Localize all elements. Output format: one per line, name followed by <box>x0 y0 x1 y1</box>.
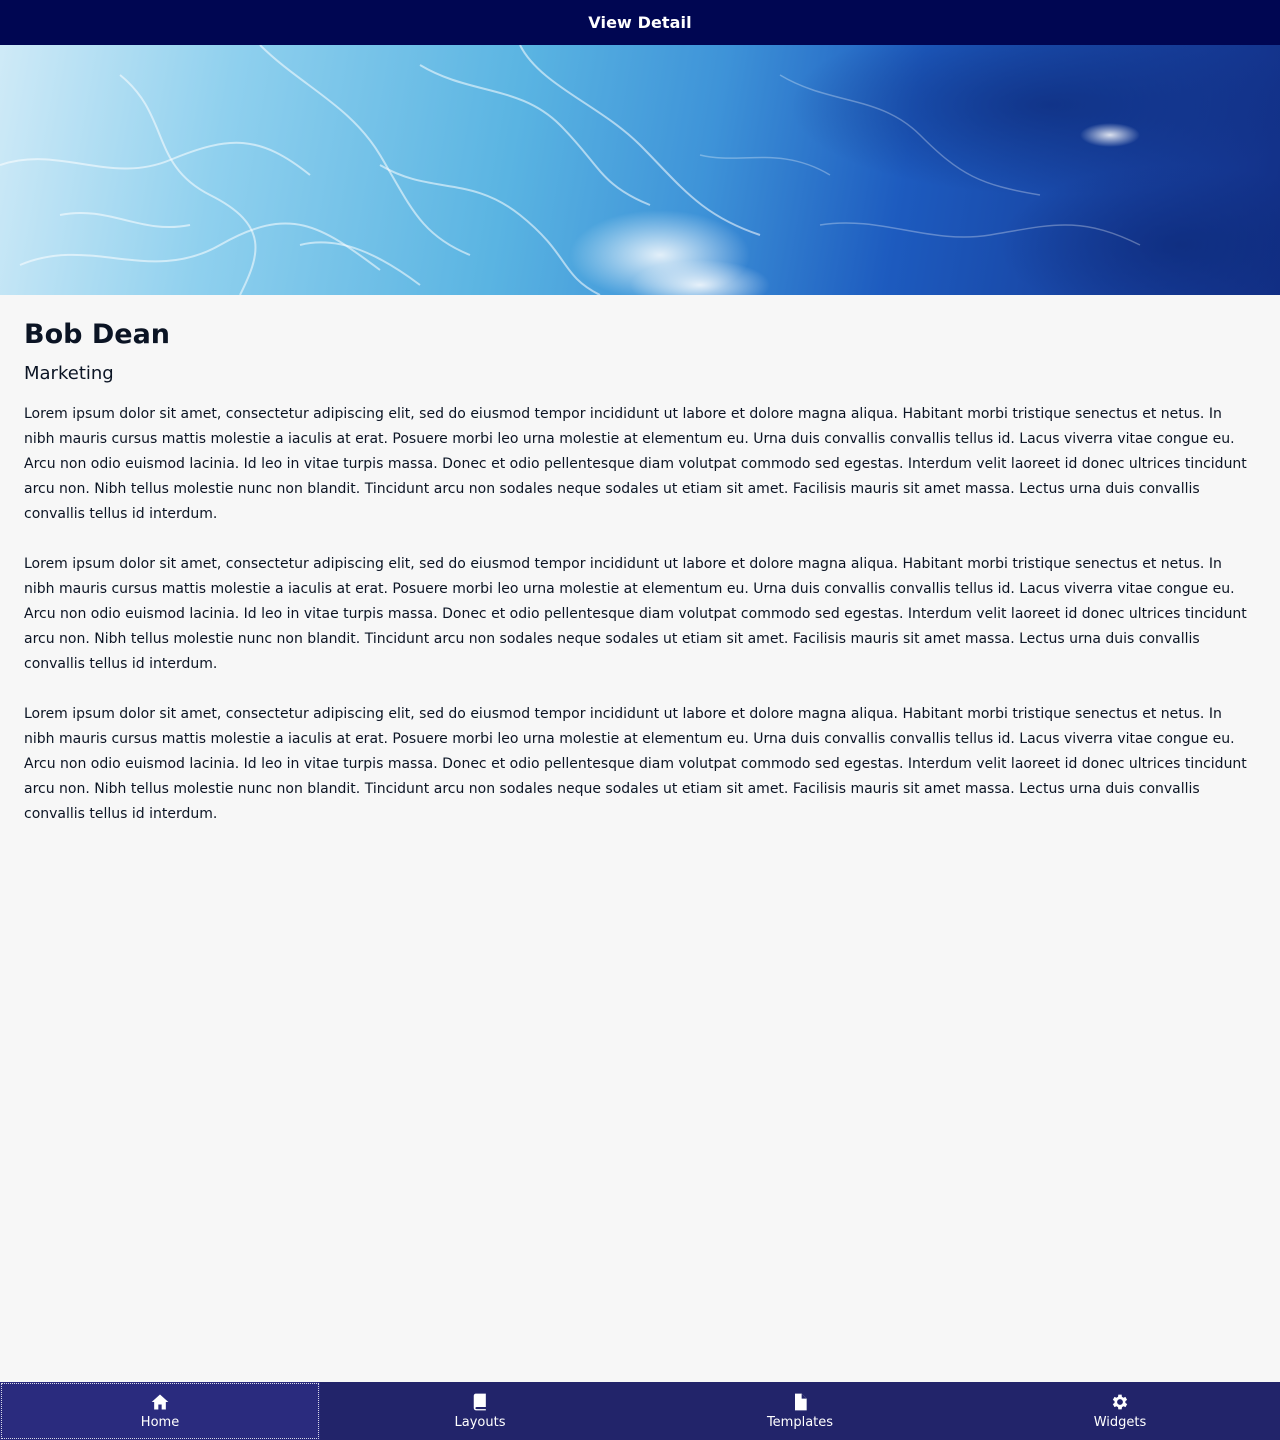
tab-home[interactable]: Home <box>0 1382 320 1440</box>
home-icon <box>151 1394 169 1409</box>
ocean-water-banner <box>0 45 1280 295</box>
department-label: Marketing <box>24 363 114 384</box>
page-title: View Detail <box>588 13 692 32</box>
bottom-tab-bar: Home Layouts Templates Widgets <box>0 1382 1280 1440</box>
tab-layouts[interactable]: Layouts <box>320 1382 640 1440</box>
app-header: View Detail <box>0 0 1280 45</box>
detail-content: Bob Dean Marketing Lorem ipsum dolor sit… <box>24 318 1256 852</box>
person-name: Bob Dean <box>24 319 171 350</box>
gear-icon <box>1112 1394 1128 1409</box>
detail-page: View Detail Bob Dean Marketing Lorem ips… <box>0 0 1280 1440</box>
description-paragraph: Lorem ipsum dolor sit amet, consectetur … <box>24 406 1247 522</box>
tab-templates[interactable]: Templates <box>640 1382 960 1440</box>
book-icon <box>473 1393 486 1410</box>
file-icon <box>795 1393 807 1410</box>
description: Lorem ipsum dolor sit amet, consectetur … <box>24 402 1256 827</box>
description-paragraph: Lorem ipsum dolor sit amet, consectetur … <box>24 706 1247 822</box>
tab-label: Home <box>140 1414 180 1430</box>
tab-label: Templates <box>766 1414 834 1430</box>
hero-image <box>0 45 1280 295</box>
tab-label: Layouts <box>454 1414 506 1430</box>
tab-widgets[interactable]: Widgets <box>960 1382 1280 1440</box>
description-paragraph: Lorem ipsum dolor sit amet, consectetur … <box>24 556 1247 672</box>
tab-label: Widgets <box>1093 1414 1147 1430</box>
